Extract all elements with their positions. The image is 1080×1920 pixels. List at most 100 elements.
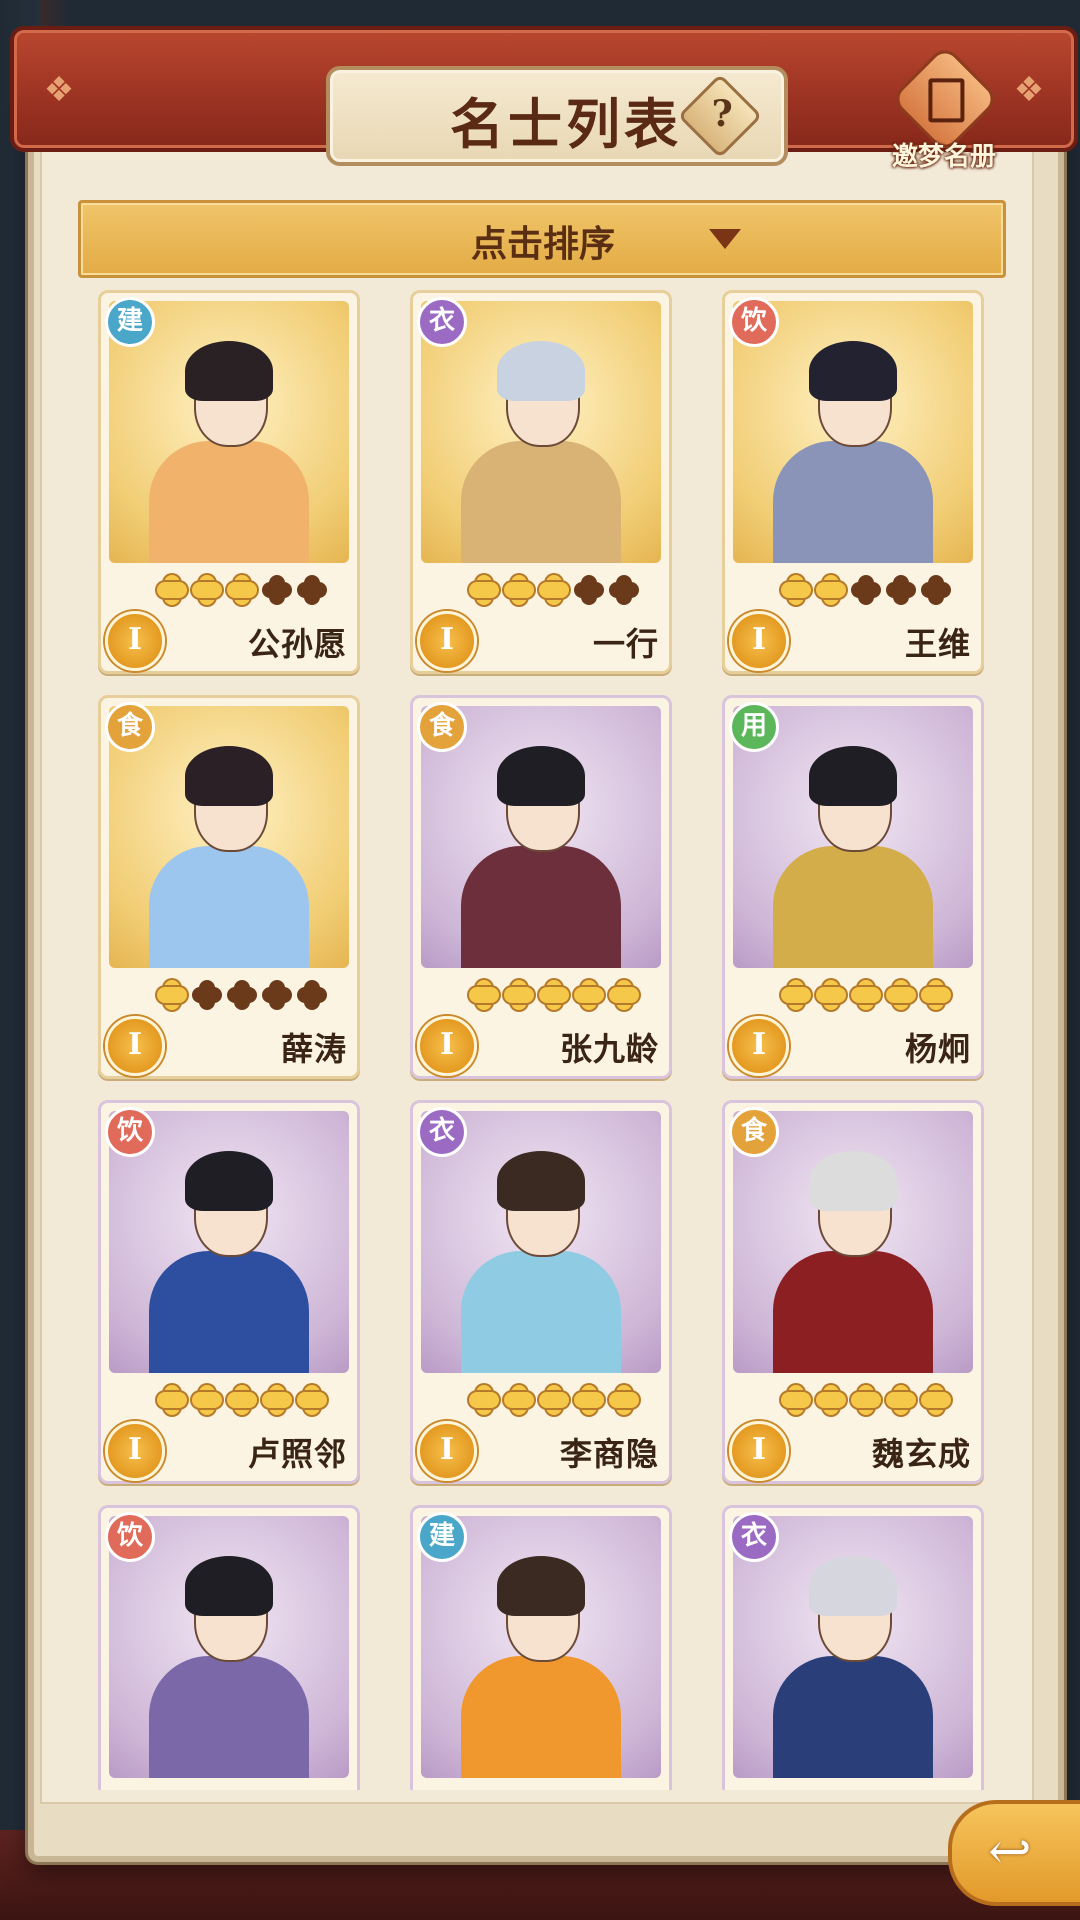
figure-hair bbox=[185, 1556, 273, 1616]
star-icon bbox=[816, 1385, 846, 1415]
figure-robe bbox=[461, 846, 621, 968]
star-icon bbox=[781, 1385, 811, 1415]
star-rating bbox=[781, 1385, 971, 1421]
character-figure bbox=[149, 1151, 309, 1373]
star-icon bbox=[469, 575, 499, 605]
character-card[interactable]: 食 I 魏玄成 bbox=[722, 1100, 984, 1484]
category-badge: 饮 bbox=[105, 1512, 155, 1562]
figure-hair bbox=[809, 746, 897, 806]
star-icon bbox=[469, 980, 499, 1010]
character-card[interactable]: 建 bbox=[410, 1505, 672, 1790]
character-card[interactable]: 饮 I 王维 bbox=[722, 290, 984, 674]
star-icon bbox=[192, 980, 222, 1010]
level-coin: I bbox=[417, 611, 477, 671]
character-card[interactable]: 衣 bbox=[722, 1505, 984, 1790]
star-icon bbox=[504, 980, 534, 1010]
star-icon bbox=[192, 575, 222, 605]
star-icon bbox=[157, 575, 187, 605]
character-name: 杨炯 bbox=[904, 1030, 971, 1068]
figure-hair bbox=[809, 1151, 897, 1211]
category-badge: 饮 bbox=[729, 297, 779, 347]
star-icon bbox=[262, 575, 292, 605]
star-icon bbox=[297, 980, 327, 1010]
star-icon bbox=[574, 575, 604, 605]
figure-hair bbox=[809, 341, 897, 401]
figure-robe bbox=[149, 441, 309, 563]
star-icon bbox=[504, 1385, 534, 1415]
figure-hair bbox=[497, 746, 585, 806]
figure-robe bbox=[773, 846, 933, 968]
character-figure bbox=[461, 1151, 621, 1373]
star-icon bbox=[781, 980, 811, 1010]
star-icon bbox=[469, 1385, 499, 1415]
star-rating bbox=[469, 1385, 659, 1421]
star-icon bbox=[539, 1385, 569, 1415]
star-icon bbox=[609, 980, 639, 1010]
character-card[interactable]: 饮 I 卢照邻 bbox=[98, 1100, 360, 1484]
category-badge: 饮 bbox=[105, 1107, 155, 1157]
category-badge: 建 bbox=[105, 297, 155, 347]
star-icon bbox=[851, 575, 881, 605]
star-icon bbox=[262, 1385, 292, 1415]
character-figure bbox=[461, 746, 621, 968]
star-icon bbox=[921, 980, 951, 1010]
back-button[interactable]: ↩ bbox=[948, 1800, 1080, 1906]
level-coin: I bbox=[729, 611, 789, 671]
figure-hair bbox=[185, 341, 273, 401]
level-coin: I bbox=[417, 1016, 477, 1076]
back-arrow-icon: ↩ bbox=[988, 1822, 1032, 1882]
star-rating bbox=[157, 1385, 347, 1421]
figure-robe bbox=[149, 846, 309, 968]
star-icon bbox=[157, 1385, 187, 1415]
character-name: 魏玄成 bbox=[871, 1435, 971, 1473]
character-card[interactable]: 建 I 公孙愿 bbox=[98, 290, 360, 674]
character-name: 张九龄 bbox=[559, 1030, 659, 1068]
character-card[interactable]: 饮 bbox=[98, 1505, 360, 1790]
character-figure bbox=[149, 341, 309, 563]
character-figure bbox=[773, 746, 933, 968]
figure-hair bbox=[497, 1556, 585, 1616]
star-icon bbox=[539, 575, 569, 605]
star-icon bbox=[227, 980, 257, 1010]
level-coin: I bbox=[417, 1421, 477, 1481]
star-icon bbox=[539, 980, 569, 1010]
category-badge: 食 bbox=[105, 702, 155, 752]
star-icon bbox=[227, 575, 257, 605]
character-name: 卢照邻 bbox=[247, 1435, 347, 1473]
figure-robe bbox=[149, 1251, 309, 1373]
star-icon bbox=[781, 575, 811, 605]
star-icon bbox=[504, 575, 534, 605]
category-badge: 用 bbox=[729, 702, 779, 752]
star-icon bbox=[886, 1385, 916, 1415]
character-name: 一行 bbox=[592, 625, 659, 663]
star-icon bbox=[851, 1385, 881, 1415]
star-icon bbox=[297, 1385, 327, 1415]
star-icon bbox=[157, 980, 187, 1010]
star-icon bbox=[262, 980, 292, 1010]
star-icon bbox=[227, 1385, 257, 1415]
star-icon bbox=[921, 1385, 951, 1415]
star-icon bbox=[886, 575, 916, 605]
level-coin: I bbox=[105, 611, 165, 671]
character-card[interactable]: 用 I 杨炯 bbox=[722, 695, 984, 1079]
character-name: 李商隐 bbox=[559, 1435, 659, 1473]
character-card[interactable]: 食 I 张九龄 bbox=[410, 695, 672, 1079]
category-badge: 建 bbox=[417, 1512, 467, 1562]
category-badge: 衣 bbox=[417, 1107, 467, 1157]
category-badge: 衣 bbox=[417, 297, 467, 347]
character-card[interactable]: 衣 I 李商隐 bbox=[410, 1100, 672, 1484]
character-card[interactable]: 食 I 薛涛 bbox=[98, 695, 360, 1079]
figure-hair bbox=[497, 341, 585, 401]
star-icon bbox=[886, 980, 916, 1010]
level-coin: I bbox=[729, 1421, 789, 1481]
character-name: 薛涛 bbox=[280, 1030, 347, 1068]
category-badge: 食 bbox=[417, 702, 467, 752]
character-name: 王维 bbox=[904, 625, 971, 663]
figure-hair bbox=[497, 1151, 585, 1211]
star-icon bbox=[921, 575, 951, 605]
star-rating bbox=[157, 575, 347, 611]
character-card[interactable]: 衣 I 一行 bbox=[410, 290, 672, 674]
star-rating bbox=[781, 980, 971, 1016]
star-icon bbox=[192, 1385, 222, 1415]
character-figure bbox=[149, 746, 309, 968]
